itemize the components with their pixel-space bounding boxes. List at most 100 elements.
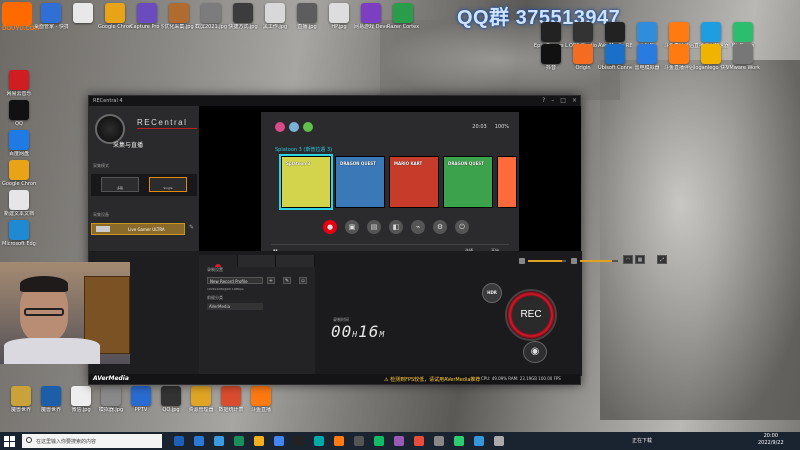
desktop-icon[interactable]: 桌面管家 - 快捷方式 [34, 3, 68, 30]
desktop-icon[interactable]: 抖音 [534, 44, 568, 71]
desktop-icon[interactable]: HP.jpg [322, 3, 356, 30]
taskbar-app-icon[interactable] [194, 436, 204, 446]
desktop-icon[interactable]: 黑工作.jpg [258, 3, 292, 30]
desktop-icon[interactable]: 网易云音乐 [2, 70, 36, 97]
desktop-icon[interactable]: 直播.jpg [290, 3, 324, 30]
taskbar-app-icon[interactable] [334, 436, 344, 446]
desktop-icon[interactable]: Capture Pro 快捷方式 [130, 3, 164, 30]
tab-record[interactable] [199, 255, 238, 270]
app-icon [265, 3, 285, 23]
app-icon [73, 3, 93, 23]
device-item[interactable]: Live Gamer ULTRA [91, 223, 185, 235]
taskbar-search-input[interactable]: 在这里输入你要搜索的内容 [22, 434, 162, 448]
taskbar-app-icon[interactable] [374, 436, 384, 446]
desktop-icon[interactable]: 数据统计表 [214, 386, 248, 413]
desktop-icon[interactable]: 截屏2021.jpg [194, 3, 228, 30]
speaker-volume[interactable] [571, 256, 618, 266]
taskbar-app-icon[interactable] [254, 436, 264, 446]
taskbar-app-icon[interactable] [274, 436, 284, 446]
mode-multi-button[interactable]: 多路 [101, 177, 139, 192]
desktop-icon[interactable]: Google Chrome [2, 160, 36, 187]
mic-volume[interactable] [519, 256, 566, 266]
desktop-icon[interactable]: VMware Workstation [726, 44, 760, 71]
edit-icon[interactable]: ✎ [189, 224, 195, 231]
desktop-icon[interactable]: 微信.jpg [64, 386, 98, 413]
taskbar-app-icon[interactable] [234, 436, 244, 446]
desktop-icon[interactable]: QQ.jpg [154, 386, 188, 413]
windows-start-icon[interactable] [4, 436, 15, 447]
tab-stream[interactable] [237, 255, 277, 267]
mode-single-button[interactable]: Single [149, 177, 187, 192]
taskbar-app-icon[interactable] [354, 436, 364, 446]
desktop-icon[interactable]: 雷电模拟器 [630, 44, 664, 71]
desktop-icon[interactable]: loganlego 快捷方式 [694, 44, 728, 71]
desktop-icon[interactable]: 新建文本文档 [2, 190, 36, 217]
tab-snapshot[interactable] [276, 255, 316, 267]
close-icon[interactable]: × [572, 97, 577, 104]
taskbar-app-icon[interactable] [174, 436, 184, 446]
record-profile-label: 录制设置 [207, 267, 223, 272]
app-icon [191, 386, 211, 406]
speaker-volume-slider[interactable] [580, 260, 618, 262]
taskbar-app-icon[interactable] [434, 436, 444, 446]
hdr-button[interactable]: HDR [482, 283, 502, 303]
rec-button[interactable]: REC [505, 289, 557, 341]
title-bar[interactable]: RECentral 4 ? – □ × [89, 96, 580, 106]
desktop-icon[interactable]: 网易游戏 Developer [354, 3, 388, 30]
mic-volume-slider[interactable] [528, 260, 566, 262]
desktop-icon[interactable]: Google Chrome [98, 3, 132, 30]
desktop-icon[interactable]: QQ [2, 100, 36, 127]
maximize-icon[interactable]: □ [560, 97, 566, 104]
desktop-icon[interactable]: 模拟器.jpg [94, 386, 128, 413]
record-profile-select[interactable]: New Record Profile [207, 277, 263, 284]
edit-profile-button[interactable]: ✎ [283, 277, 291, 284]
taskbar-app-icon[interactable] [494, 436, 504, 446]
game-tile-title: Splatoon 3 [286, 161, 311, 166]
delete-profile-button[interactable]: ▫ [299, 277, 307, 284]
app-icon [361, 3, 381, 23]
help-icon[interactable]: ? [542, 97, 545, 104]
file-prefix-field[interactable]: AVerMedia [207, 303, 263, 310]
taskbar-app-icon[interactable] [294, 436, 304, 446]
headphone-icon[interactable]: ◠ [623, 255, 633, 264]
desktop-icon[interactable]: 百度网盘 [2, 130, 36, 157]
app-icon [201, 3, 221, 23]
desktop-icon[interactable]: 斗鱼直播伴侣 [662, 44, 696, 71]
search-placeholder: 在这里输入你要搜索的内容 [36, 439, 97, 445]
recentral-window[interactable]: RECentral 4 ? – □ × RECentral 采集与直播 采集模式… [88, 95, 667, 385]
settings-icon: ⚙ [433, 220, 447, 234]
layout-icon[interactable]: ▦ [635, 255, 645, 264]
minimize-icon[interactable]: – [551, 97, 554, 104]
desktop-icon[interactable]: Origin [566, 44, 600, 71]
streamer-hair [20, 276, 68, 292]
add-profile-button[interactable]: + [267, 277, 275, 284]
taskbar-app-icon[interactable] [454, 436, 464, 446]
taskbar-clock[interactable]: 20:00 2022/9/22 [758, 433, 784, 447]
desktop-icon[interactable]: Razer Cortex [386, 3, 420, 30]
desktop-icon[interactable]: 快捷方式.jpg [226, 3, 260, 30]
desktop-icon[interactable]: 斗鱼直播 [244, 386, 278, 413]
desktop-icon[interactable]: 魔兽世界 [4, 386, 38, 413]
desktop-icon-label: VMware Workstation [726, 65, 760, 71]
app-icon [669, 44, 689, 64]
desktop-icon[interactable]: 魔兽世界 [34, 386, 68, 413]
selected-game-title: Splatoon 3 (斯普拉遁 3) [275, 147, 333, 153]
taskbar-app-icon[interactable] [214, 436, 224, 446]
desktop-icon[interactable]: Microsoft Edge [2, 220, 36, 247]
section-device-title: 采集设备 [93, 212, 109, 217]
desktop-icon[interactable]: Ubisoft Connect [598, 44, 632, 71]
taskbar-app-icon[interactable] [314, 436, 324, 446]
app-icon [131, 386, 151, 406]
desktop-icon[interactable]: 优化采集.jpg [162, 3, 196, 30]
desktop-icon[interactable] [66, 3, 100, 24]
record-time: 00H16M [331, 322, 385, 341]
taskbar-app-icon[interactable] [394, 436, 404, 446]
taskbar-app-icon[interactable] [414, 436, 424, 446]
taskbar-app-icon[interactable] [474, 436, 484, 446]
fullscreen-icon[interactable]: ⤢ [657, 255, 667, 264]
desktop-icon-label: loganlego 快捷方式 [694, 65, 728, 71]
desktop-icon-label: Capture Pro 快捷方式 [130, 24, 164, 30]
desktop-icon[interactable]: PPTV [124, 386, 158, 413]
snapshot-camera-icon[interactable]: ◉ [523, 341, 547, 363]
desktop-icon[interactable]: 资源管理器 [184, 386, 218, 413]
